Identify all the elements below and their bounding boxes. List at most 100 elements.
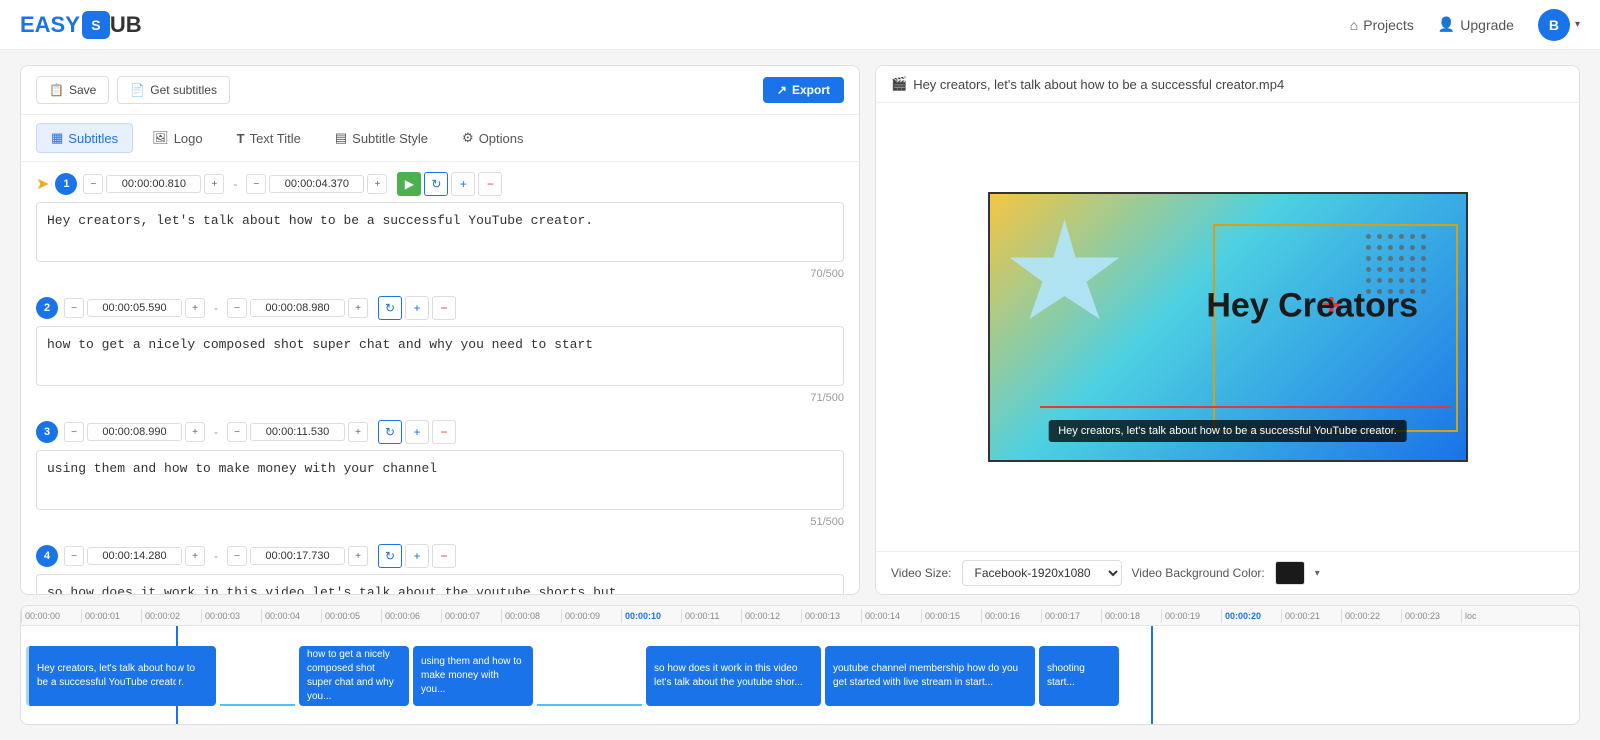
tick-5: 00:00:05 <box>321 609 381 623</box>
video-size-label: Video Size: <box>891 566 952 580</box>
tick-11: 00:00:11 <box>681 609 741 623</box>
track-clip-1[interactable]: Hey creators, let's talk about how to be… <box>26 646 216 706</box>
tick-15: 00:00:15 <box>921 609 981 623</box>
refresh-btn-2[interactable]: ↻ <box>378 296 402 320</box>
subtitles-tab-label: Subtitles <box>68 131 118 146</box>
get-subtitles-button[interactable]: 📄 Get subtitles <box>117 76 230 104</box>
time-control-end-4: − + <box>227 546 368 566</box>
subtitle-text-3[interactable]: using them and how to make money with yo… <box>36 450 844 510</box>
end-increase-3[interactable]: + <box>348 422 368 442</box>
export-button[interactable]: ↗ Export <box>763 77 844 103</box>
video-size-select[interactable]: Facebook-1920x1080 YouTube-1920x1080 Squ… <box>962 560 1122 586</box>
remove-btn-3[interactable]: − <box>432 420 456 444</box>
text-title-tab-icon: T <box>237 131 245 146</box>
end-increase-2[interactable]: + <box>348 298 368 318</box>
track-clip-3[interactable]: using them and how to make money with yo… <box>413 646 533 706</box>
end-input-1[interactable] <box>269 175 364 193</box>
start-increase-1[interactable]: + <box>204 174 224 194</box>
tick-21: 00:00:21 <box>1281 609 1341 623</box>
tick-6: 00:00:06 <box>381 609 441 623</box>
save-button[interactable]: 📋 Save <box>36 76 109 104</box>
add-btn-3[interactable]: + <box>405 420 429 444</box>
end-input-4[interactable] <box>250 547 345 565</box>
export-icon: ↗ <box>777 83 787 97</box>
refresh-btn-1[interactable]: ↻ <box>424 172 448 196</box>
logo[interactable]: EASY S UB <box>20 11 142 39</box>
start-decrease-1[interactable]: − <box>83 174 103 194</box>
ruler-ticks: 00:00:00 00:00:01 00:00:02 00:00:03 00:0… <box>21 609 1579 623</box>
remove-btn-2[interactable]: − <box>432 296 456 320</box>
remove-btn-4[interactable]: − <box>432 544 456 568</box>
action-btns-1: ▶ ↻ + − <box>397 172 502 196</box>
add-btn-4[interactable]: + <box>405 544 429 568</box>
time-sep-3: - <box>214 425 218 439</box>
end-input-3[interactable] <box>250 423 345 441</box>
start-increase-4[interactable]: + <box>185 546 205 566</box>
end-increase-1[interactable]: + <box>367 174 387 194</box>
timeline-tracks[interactable]: Hey creators, let's talk about how to be… <box>21 626 1579 725</box>
start-input-2[interactable] <box>87 299 182 317</box>
playhead-line-2 <box>1151 626 1153 725</box>
tick-3: 00:00:03 <box>201 609 261 623</box>
track-clip-6[interactable]: shooting start... <box>1039 646 1119 706</box>
tab-text-title[interactable]: T Text Title <box>222 123 316 153</box>
right-panel: 🎬 Hey creators, let's talk about how to … <box>875 65 1580 595</box>
start-input-4[interactable] <box>87 547 182 565</box>
track-clip-4[interactable]: so how does it work in this video let's … <box>646 646 821 706</box>
tick-8: 00:00:08 <box>501 609 561 623</box>
track-clip-5[interactable]: youtube channel membership how do you ge… <box>825 646 1035 706</box>
user-avatar[interactable]: B <box>1538 9 1570 41</box>
nav-upgrade[interactable]: 👤 Upgrade <box>1438 16 1514 33</box>
refresh-btn-4[interactable]: ↻ <box>378 544 402 568</box>
char-count-2: 71/500 <box>36 392 844 404</box>
end-increase-4[interactable]: + <box>348 546 368 566</box>
start-input-1[interactable] <box>106 175 201 193</box>
start-decrease-4[interactable]: − <box>64 546 84 566</box>
end-decrease-4[interactable]: − <box>227 546 247 566</box>
subtitle-item-3: 3 − + - − + ↻ <box>36 420 844 528</box>
timeline-ruler: 00:00:00 00:00:01 00:00:02 00:00:03 00:0… <box>21 606 1579 626</box>
navbar: EASY S UB ⌂ Projects 👤 Upgrade B ▾ <box>0 0 1600 50</box>
upgrade-label: Upgrade <box>1460 17 1514 33</box>
avatar-chevron: ▾ <box>1575 19 1580 30</box>
tick-loc: loc <box>1461 609 1521 623</box>
start-increase-2[interactable]: + <box>185 298 205 318</box>
subtitle-text-2[interactable]: how to get a nicely composed shot super … <box>36 326 844 386</box>
main-container: 📋 Save 📄 Get subtitles ↗ Export ▦ <box>0 50 1600 740</box>
logo-ub: UB <box>110 12 142 38</box>
nav-projects[interactable]: ⌂ Projects <box>1350 17 1414 33</box>
add-btn-2[interactable]: + <box>405 296 429 320</box>
start-input-3[interactable] <box>87 423 182 441</box>
time-control-end-1: − + <box>246 174 387 194</box>
start-decrease-2[interactable]: − <box>64 298 84 318</box>
track-clip-2[interactable]: how to get a nicely composed shot super … <box>299 646 409 706</box>
start-decrease-3[interactable]: − <box>64 422 84 442</box>
refresh-btn-3[interactable]: ↻ <box>378 420 402 444</box>
bg-color-dropdown-arrow[interactable]: ▾ <box>1315 568 1320 579</box>
tab-subtitle-style[interactable]: ▤ Subtitle Style <box>320 123 443 153</box>
end-decrease-1[interactable]: − <box>246 174 266 194</box>
start-increase-3[interactable]: + <box>185 422 205 442</box>
add-btn-1[interactable]: + <box>451 172 475 196</box>
subtitle-text-1[interactable]: Hey creators, let's talk about how to be… <box>36 202 844 262</box>
remove-btn-1[interactable]: − <box>478 172 502 196</box>
end-input-2[interactable] <box>250 299 345 317</box>
left-panel: 📋 Save 📄 Get subtitles ↗ Export ▦ <box>20 65 860 595</box>
video-bg-color-swatch[interactable] <box>1275 561 1305 585</box>
subtitle-style-tab-label: Subtitle Style <box>352 131 428 146</box>
tab-options[interactable]: ⚙ Options <box>447 123 538 153</box>
action-btns-2: ↻ + − <box>378 296 456 320</box>
subtitle-num-1: 1 <box>55 173 77 195</box>
tab-subtitles[interactable]: ▦ Subtitles <box>36 123 133 153</box>
end-decrease-3[interactable]: − <box>227 422 247 442</box>
play-btn-1[interactable]: ▶ <box>397 172 421 196</box>
tab-logo[interactable]: 🖼 Logo <box>137 123 217 153</box>
tick-17: 00:00:17 <box>1041 609 1101 623</box>
subtitle-header-3: 3 − + - − + ↻ <box>36 420 844 444</box>
tick-10: 00:00:10 <box>621 609 681 623</box>
tick-22: 00:00:22 <box>1341 609 1401 623</box>
end-decrease-2[interactable]: − <box>227 298 247 318</box>
subtitle-item-4: 4 − + - − + ↻ <box>36 544 844 594</box>
subtitle-text-4[interactable]: so how does it work in this video let's … <box>36 574 844 594</box>
preview-rect-border <box>1213 224 1457 432</box>
